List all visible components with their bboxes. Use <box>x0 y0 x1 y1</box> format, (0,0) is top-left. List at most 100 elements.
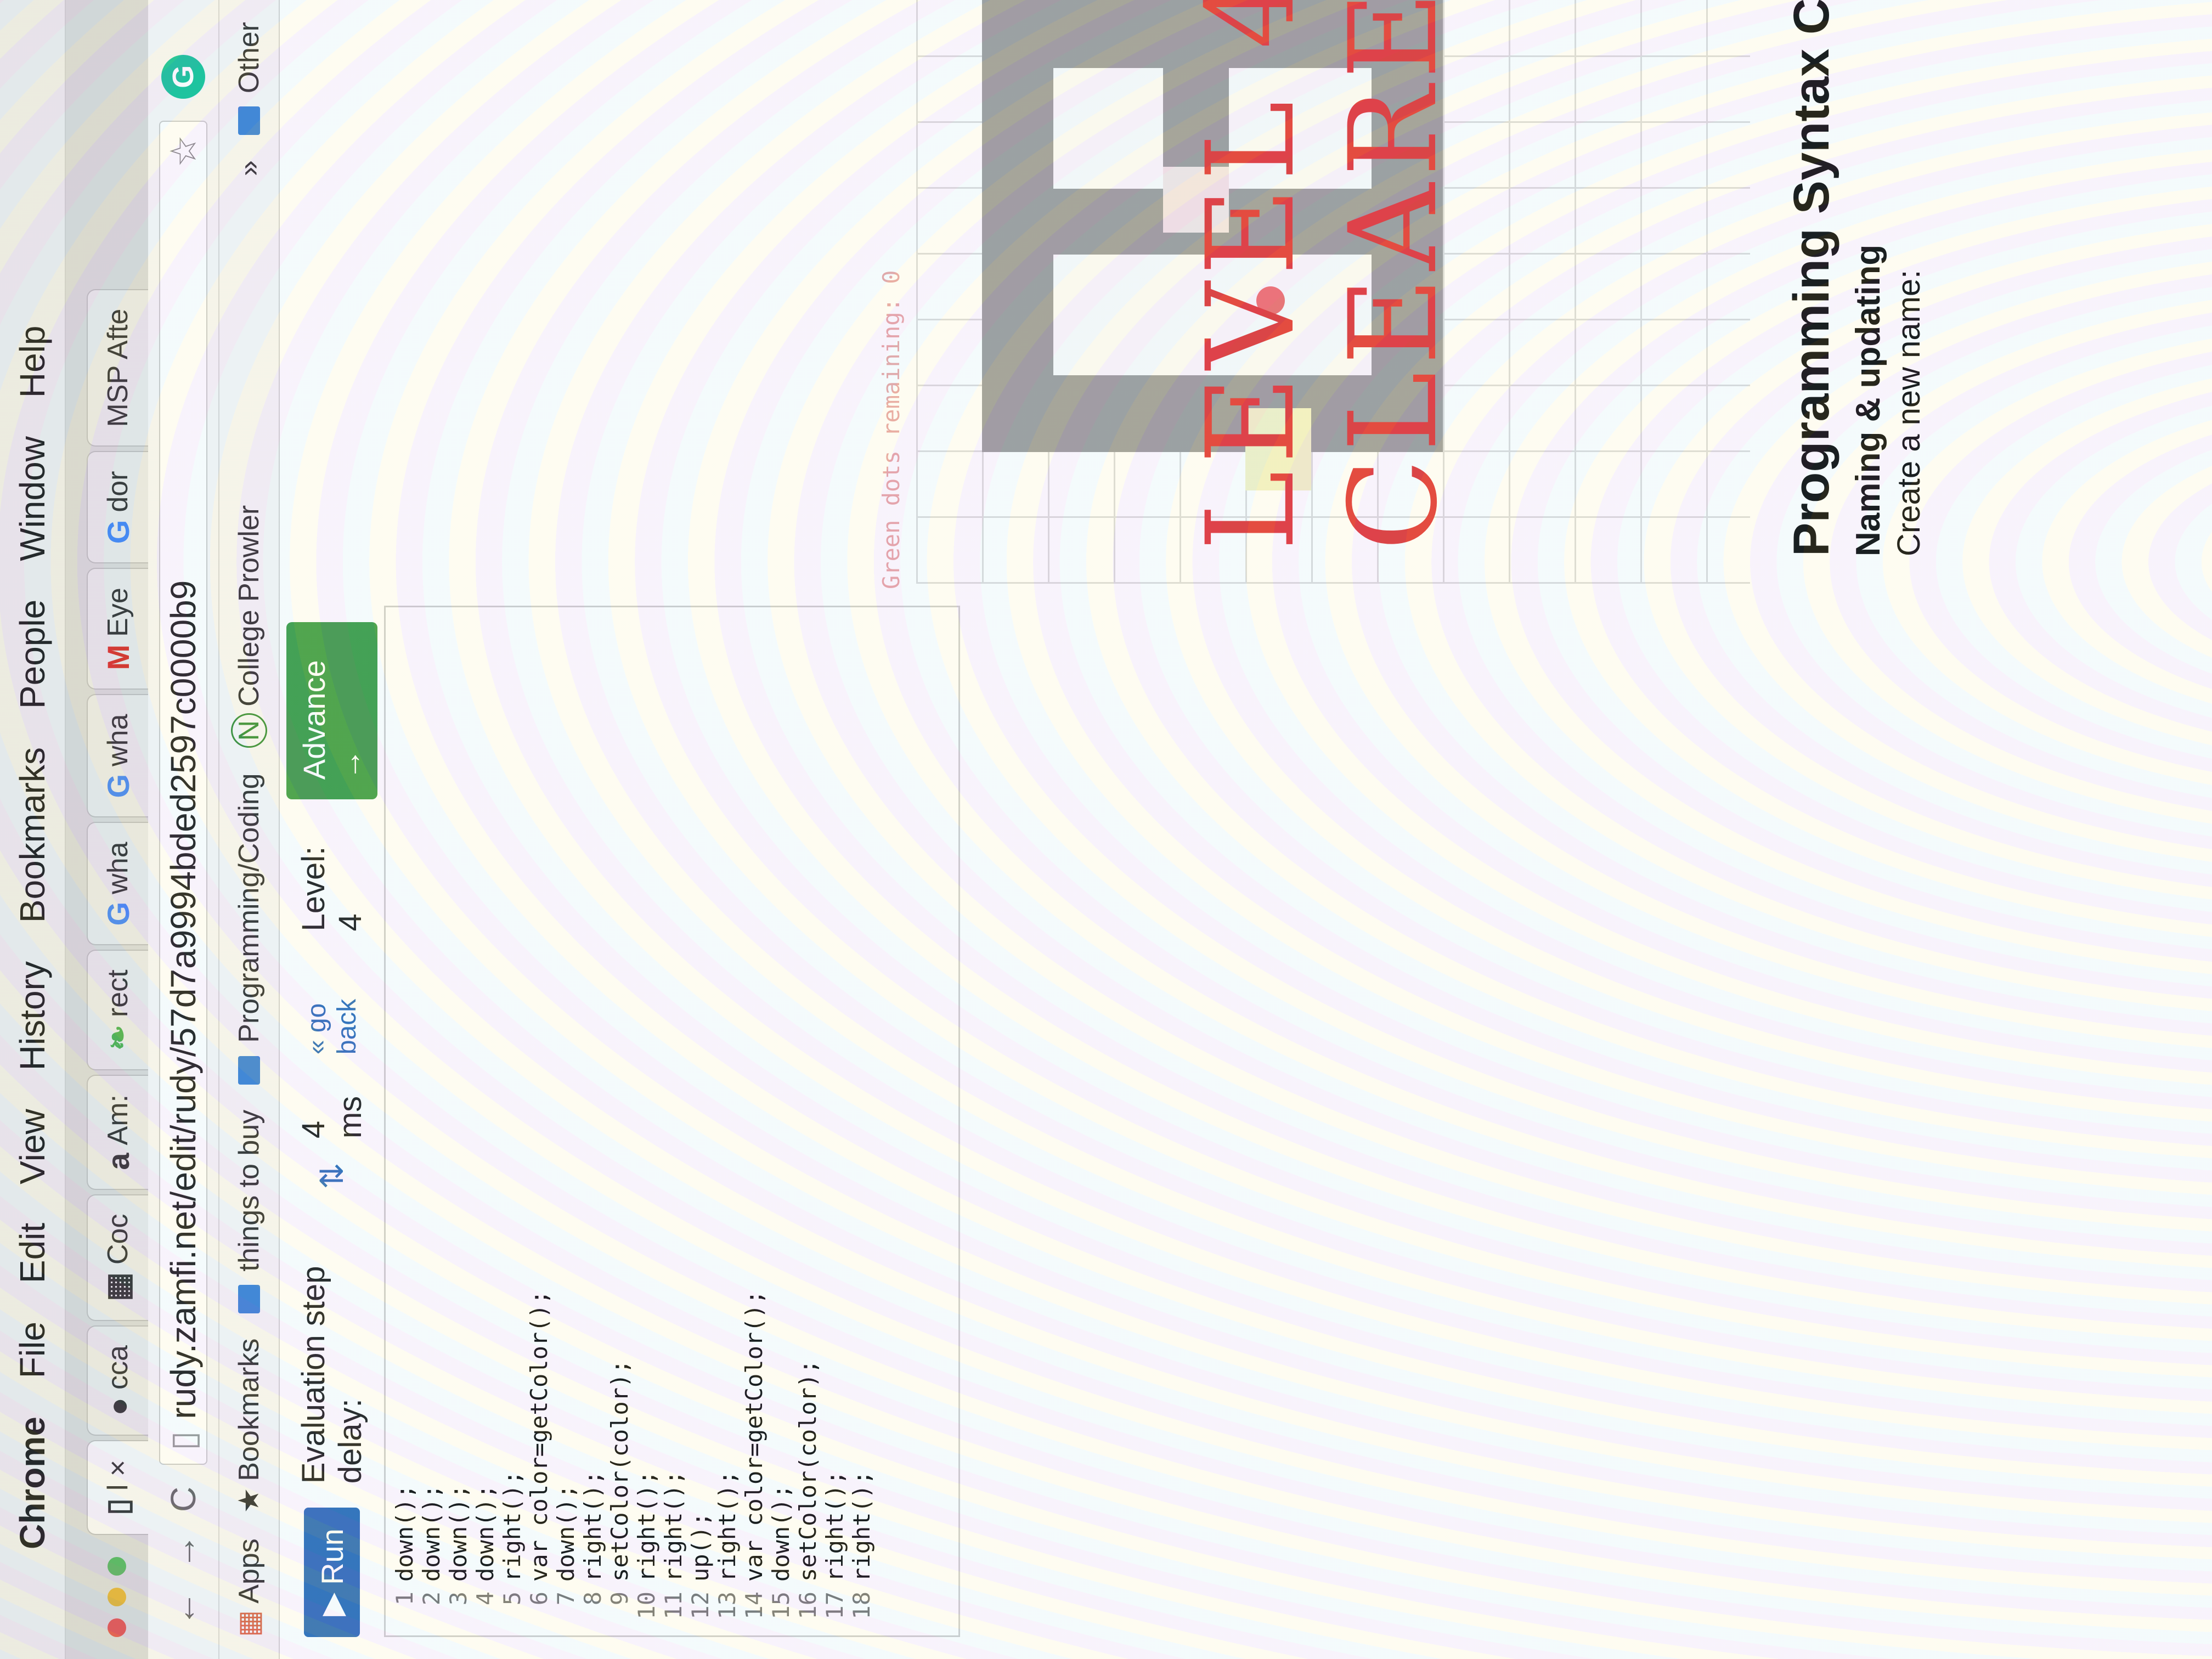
line-number: 14 <box>741 1592 768 1620</box>
go-back-link[interactable]: « go back <box>302 955 362 1054</box>
banner-line-1: LEVEL 4 <box>1181 0 1321 551</box>
code-line[interactable]: 3 down(); <box>445 607 472 1635</box>
bookmarks-bar: ▦ Apps ★ Bookmarks things to buy Program… <box>219 0 280 1659</box>
code-line[interactable]: 2 down(); <box>418 607 445 1635</box>
line-number: 8 <box>579 1592 606 1606</box>
code-line[interactable]: 17 right(); <box>821 607 848 1635</box>
menu-people[interactable]: People <box>12 600 53 709</box>
bookmark-other[interactable]: Other <box>233 22 266 136</box>
tab-rect[interactable]: ❧ rect <box>87 950 148 1071</box>
bookmark-apps[interactable]: ▦ Apps <box>233 1538 266 1637</box>
menu-app-name[interactable]: Chrome <box>12 1417 53 1549</box>
cheat-sheet-text: Create a new name: <box>1891 269 1927 556</box>
page-content: ▶ Run Evaluation step delay: ⇅ 4 ms « go… <box>280 0 2212 1659</box>
menu-edit[interactable]: Edit <box>12 1223 53 1283</box>
code-line[interactable]: 9 setColor(color); <box>606 607 633 1635</box>
google-icon: G <box>100 901 136 926</box>
google-icon: G <box>100 774 136 798</box>
tab-label: wha <box>102 842 134 894</box>
more-bookmarks-icon[interactable]: » <box>233 160 266 176</box>
code-text: right(); <box>848 1470 875 1582</box>
menu-view[interactable]: View <box>12 1109 53 1184</box>
floor-tile <box>1053 68 1163 189</box>
tab-label: l × <box>102 1459 134 1491</box>
delay-stepper-icon[interactable]: ⇅ <box>313 1163 351 1189</box>
page-icon: ▯ <box>100 1498 135 1515</box>
google-icon: G <box>100 520 136 544</box>
bookmark-label: Bookmarks <box>233 1338 265 1481</box>
grammarly-icon[interactable]: G <box>161 54 205 99</box>
tab-google-1[interactable]: G wha <box>87 822 148 946</box>
folder-icon <box>238 1056 260 1085</box>
code-line[interactable]: 18 right(); <box>848 607 875 1635</box>
tab-github[interactable]: ● cca <box>87 1325 148 1436</box>
address-bar[interactable]: ▯ rudy.zamfi.net/edit/rudy/57d7a9994bded… <box>159 120 207 1465</box>
tab-msp[interactable]: MSP Afte <box>87 289 148 447</box>
tab-coc[interactable]: ▦ Coc <box>87 1194 148 1322</box>
forward-icon[interactable]: → <box>163 1534 204 1569</box>
bookmark-label: Programming/Coding <box>233 773 265 1043</box>
run-label: Run <box>314 1528 349 1585</box>
back-icon[interactable]: ← <box>163 1591 204 1626</box>
code-text: right(); <box>633 1470 660 1582</box>
screen: Chrome File Edit View History Bookmarks … <box>0 0 2212 1659</box>
menu-help[interactable]: Help <box>12 325 53 398</box>
code-line[interactable]: 6 var color=getColor(); <box>526 607 552 1635</box>
code-text: down(); <box>552 1484 579 1582</box>
line-number: 4 <box>472 1592 499 1606</box>
line-number: 17 <box>821 1592 848 1620</box>
banner-line-2: CLEARED <box>1323 0 1464 551</box>
maximize-window-icon[interactable] <box>108 1557 126 1576</box>
code-text: var color=getColor(); <box>526 1290 552 1582</box>
menu-file[interactable]: File <box>12 1322 53 1378</box>
line-number: 18 <box>848 1592 875 1620</box>
code-line[interactable]: 7 down(); <box>552 607 579 1635</box>
star-icon[interactable]: ☆ <box>162 135 205 167</box>
line-number: 6 <box>526 1592 552 1606</box>
reload-icon[interactable]: C <box>163 1487 204 1512</box>
close-window-icon[interactable] <box>108 1618 126 1637</box>
code-line[interactable]: 1 down(); <box>391 607 418 1635</box>
menu-window[interactable]: Window <box>12 436 53 561</box>
code-line[interactable]: 14 var color=getColor(); <box>741 607 768 1635</box>
minimize-window-icon[interactable] <box>108 1588 126 1606</box>
code-line[interactable]: 12 up(); <box>687 607 714 1635</box>
tab-amazon[interactable]: a Am: <box>87 1075 148 1190</box>
line-number: 9 <box>606 1592 633 1606</box>
github-icon: ● <box>100 1397 136 1416</box>
run-button[interactable]: ▶ Run <box>304 1508 360 1637</box>
bookmark-bookmarks[interactable]: ★ Bookmarks <box>233 1339 266 1514</box>
address-row: ← → C ▯ rudy.zamfi.net/edit/rudy/57d7a99… <box>148 0 219 1659</box>
code-editor[interactable]: 1 down(); 2 down(); 3 down(); 4 down(); 5 right()… <box>384 606 960 1637</box>
code-text: right(); <box>499 1470 526 1582</box>
code-line[interactable]: 8 right(); <box>579 607 606 1635</box>
code-line[interactable]: 10 right(); <box>633 607 660 1635</box>
code-line[interactable]: 15 down(); <box>768 607 794 1635</box>
tab-current[interactable]: ▯ l × <box>87 1440 148 1535</box>
menu-history[interactable]: History <box>12 961 53 1070</box>
bookmark-folder-things[interactable]: things to buy <box>233 1110 266 1313</box>
line-number: 5 <box>499 1592 526 1606</box>
code-line[interactable]: 11 right(); <box>660 607 687 1635</box>
bookmark-college-prowler[interactable]: N College Prowler <box>231 505 267 748</box>
tab-gmail[interactable]: M Eye <box>87 568 148 690</box>
code-line[interactable]: 4 down(); <box>472 607 499 1635</box>
advance-button[interactable]: Advance → <box>286 622 377 800</box>
bookmark-label: Other <box>233 22 265 94</box>
tab-label: Coc <box>102 1214 134 1265</box>
line-number: 11 <box>660 1592 687 1620</box>
code-text: right(); <box>714 1470 741 1582</box>
menu-bar: Chrome File Edit View History Bookmarks … <box>0 0 66 1659</box>
code-line[interactable]: 5 right(); <box>499 607 526 1635</box>
code-line[interactable]: 16 setColor(color); <box>794 607 821 1635</box>
line-number: 16 <box>794 1592 821 1620</box>
cheat-sheet-subtitle: Naming & updating <box>1849 244 1887 556</box>
amazon-icon: a <box>100 1153 136 1170</box>
tab-label: Am: <box>102 1094 134 1146</box>
menu-bookmarks[interactable]: Bookmarks <box>12 747 53 923</box>
code-line[interactable]: 13 right(); <box>714 607 741 1635</box>
tab-google-2[interactable]: G wha <box>87 694 148 818</box>
bookmark-folder-programming[interactable]: Programming/Coding <box>233 773 266 1085</box>
line-number: 7 <box>552 1592 579 1606</box>
tab-google-3[interactable]: G dor <box>87 451 148 564</box>
